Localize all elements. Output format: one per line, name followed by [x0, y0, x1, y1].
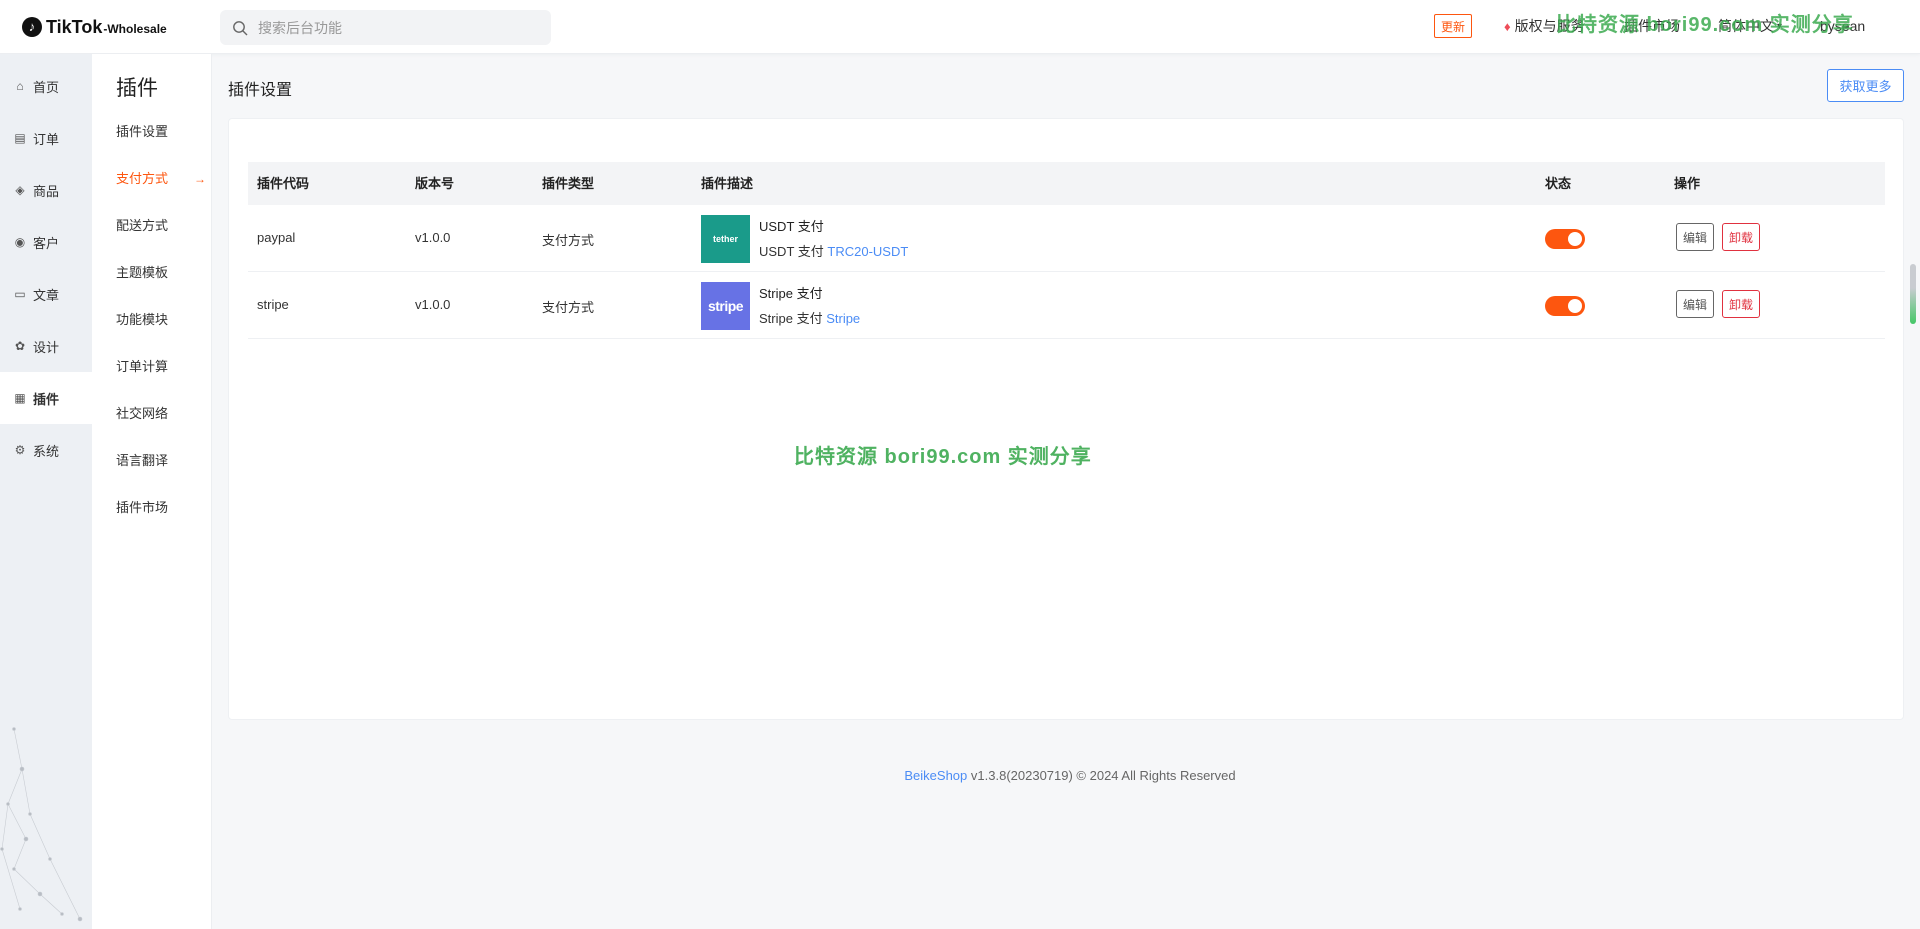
column-header-actions: 操作: [1674, 176, 1701, 191]
get-more-button[interactable]: 获取更多: [1827, 69, 1904, 102]
plugin-description: USDT 支付 TRC20-USDT: [759, 241, 908, 260]
plugin-code: stripe: [257, 297, 289, 312]
sidebar-item-label: 系统: [33, 443, 60, 459]
plugin-table-card: 插件代码 版本号 插件类型 插件描述 状态 操作 paypal v1.0.0 支…: [228, 118, 1904, 720]
column-header-code: 插件代码: [257, 176, 310, 191]
tiktok-logo-icon: ♪: [22, 17, 42, 37]
sidebar-item-label: 商品: [33, 183, 60, 199]
user-icon: ◉: [14, 235, 26, 249]
subnav-item-modules[interactable]: 功能模块: [116, 310, 206, 330]
plugin-code: paypal: [257, 230, 296, 245]
tether-logo: tether: [701, 215, 750, 263]
logo[interactable]: ♪ TikTok -Wholesale: [22, 14, 167, 40]
column-header-type: 插件类型: [542, 176, 595, 191]
palette-icon: ✿: [14, 339, 26, 353]
plugin-name: Stripe 支付: [759, 286, 823, 301]
subnav-item-translation[interactable]: 语言翻译: [116, 451, 206, 471]
stripe-logo: stripe: [701, 282, 750, 330]
plugin-type: 支付方式: [542, 233, 595, 248]
logo-brand: TikTok: [46, 16, 103, 37]
sidebar-item-articles[interactable]: ▭ 文章: [0, 268, 92, 320]
column-header-version: 版本号: [415, 176, 455, 191]
sidebar-item-label: 插件: [33, 391, 60, 407]
sidebar-item-design[interactable]: ✿ 设计: [0, 320, 92, 372]
table-header: 插件代码 版本号 插件类型 插件描述 状态 操作: [248, 162, 1885, 205]
sidebar-item-home[interactable]: ⌂ 首页: [0, 60, 92, 112]
article-icon: ▭: [14, 287, 26, 301]
gear-icon: ⚙: [14, 443, 26, 457]
page-title: 插件设置: [228, 82, 293, 99]
subnav-item-label: 支付方式: [116, 171, 169, 186]
sidebar-item-label: 文章: [33, 287, 60, 303]
subnav-item-shipping[interactable]: 配送方式: [116, 216, 206, 236]
search-input[interactable]: [258, 19, 538, 36]
description-prefix: USDT 支付: [759, 244, 824, 259]
subnav-item-market[interactable]: 插件市场: [116, 498, 206, 518]
top-header: ♪ TikTok -Wholesale 更新 ♦ 版权与服务 插件市场 简体中文…: [0, 0, 1920, 54]
edit-button[interactable]: 编辑: [1676, 290, 1715, 318]
plugin-type: 支付方式: [542, 300, 595, 315]
sidebar-item-customers[interactable]: ◉ 客户: [0, 216, 92, 268]
footer-text: v1.3.8(20230719) © 2024 All Rights Reser…: [970, 768, 1236, 783]
plugin-description: Stripe 支付 Stripe: [759, 308, 860, 327]
footer: BeikeShop v1.3.8(20230719) © 2024 All Ri…: [0, 768, 1920, 783]
watermark-center: 比特资源 bori99.com 实测分享: [794, 446, 1092, 468]
subnav-item-plugin-settings[interactable]: 插件设置: [116, 122, 206, 142]
order-icon: ▤: [14, 131, 26, 145]
edit-button[interactable]: 编辑: [1676, 223, 1715, 251]
main-sidebar: ⌂ 首页 ▤ 订单 ◈ 商品 ◉ 客户 ▭ 文章 ✿ 设计 ▦ 插件 ⚙ 系统: [0, 54, 92, 929]
subnav-item-theme[interactable]: 主题模板: [116, 263, 206, 283]
box-icon: ◈: [15, 183, 25, 197]
status-toggle[interactable]: [1545, 229, 1585, 249]
sidebar-item-products[interactable]: ◈ 商品: [0, 164, 92, 216]
plugin-name: USDT 支付: [759, 219, 824, 234]
column-header-description: 插件描述: [701, 176, 754, 191]
home-icon: ⌂: [16, 79, 24, 93]
status-toggle[interactable]: [1545, 296, 1585, 316]
plugin-icon: ▦: [14, 391, 26, 405]
arrow-right-icon: →: [194, 172, 206, 186]
search-box[interactable]: [220, 10, 551, 45]
column-header-status: 状态: [1545, 176, 1572, 191]
table-row: paypal v1.0.0 支付方式 tether USDT 支付 USDT 支…: [248, 205, 1885, 272]
subnav-item-social[interactable]: 社交网络: [116, 404, 206, 424]
description-prefix: Stripe 支付: [759, 311, 823, 326]
diamond-icon: ♦: [1504, 18, 1511, 34]
plugin-version: v1.0.0: [415, 297, 451, 312]
scrollbar[interactable]: [1910, 264, 1916, 324]
table-row: stripe v1.0.0 支付方式 stripe Stripe 支付 Stri…: [248, 272, 1885, 339]
sidebar-item-system[interactable]: ⚙ 系统: [0, 424, 92, 476]
sidebar-item-label: 客户: [33, 235, 60, 251]
sidebar-item-plugins[interactable]: ▦ 插件: [0, 372, 92, 424]
logo-suffix: -Wholesale: [103, 21, 167, 36]
watermark-top: 比特资源 bori99.com 实测分享: [1556, 14, 1854, 36]
search-icon: [233, 20, 248, 35]
network-decoration: [0, 727, 83, 922]
uninstall-button[interactable]: 卸载: [1722, 223, 1761, 251]
logo-text: stripe: [707, 298, 744, 314]
subnav-item-payment[interactable]: 支付方式 →: [116, 169, 206, 189]
sidebar-item-label: 设计: [33, 339, 60, 355]
update-button[interactable]: 更新: [1434, 14, 1473, 38]
subnav-title: 插件: [116, 77, 158, 100]
sidebar-item-label: 订单: [33, 131, 60, 147]
logo-text: tether: [712, 234, 738, 244]
plugin-version: v1.0.0: [415, 230, 451, 245]
description-link[interactable]: TRC20-USDT: [827, 244, 908, 259]
footer-brand-link[interactable]: BeikeShop: [904, 768, 967, 783]
subnav-item-order-total[interactable]: 订单计算: [116, 357, 206, 377]
uninstall-button[interactable]: 卸载: [1722, 290, 1761, 318]
sidebar-item-orders[interactable]: ▤ 订单: [0, 112, 92, 164]
sidebar-item-label: 首页: [33, 79, 60, 95]
sub-navigation: 插件 插件设置 支付方式 → 配送方式 主题模板 功能模块 订单计算 社交网络 …: [92, 54, 212, 929]
description-link[interactable]: Stripe: [826, 311, 860, 326]
